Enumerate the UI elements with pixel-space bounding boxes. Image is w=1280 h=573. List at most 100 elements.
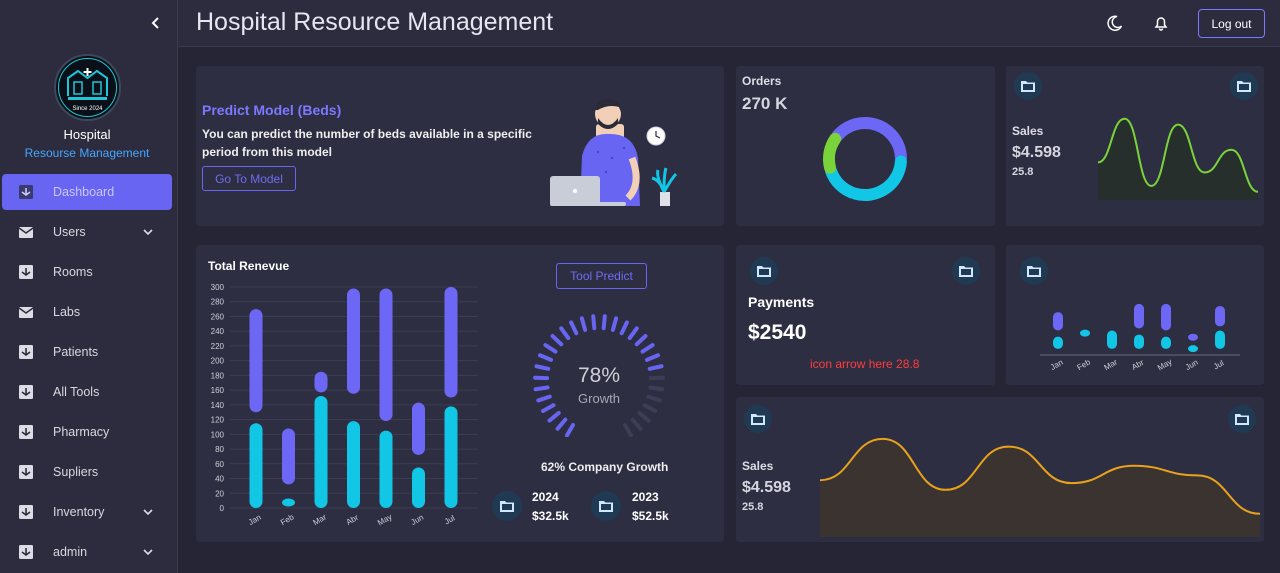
gauge-tick [547, 410, 561, 423]
predict-model-card: Predict Model (Beds) You can predict the… [196, 66, 724, 226]
bar [379, 288, 393, 422]
folder-badge [1230, 72, 1258, 100]
folder-badge [744, 405, 772, 433]
folder-badge [1014, 72, 1042, 100]
y-tick-label: 300 [211, 283, 225, 292]
orders-donut-chart [823, 117, 907, 201]
go-to-model-button[interactable]: Go To Model [202, 166, 296, 191]
predict-description: You can predict the number of beds avail… [202, 127, 532, 159]
x-tick-label: Feb [279, 512, 296, 527]
sidebar-item-users[interactable]: Users [2, 214, 172, 250]
bar [347, 288, 360, 394]
y-tick-label: 140 [211, 401, 225, 410]
x-tick-label: Jun [1184, 358, 1200, 372]
sales-label: Sales [1012, 124, 1044, 138]
notification-bell-icon[interactable] [1152, 14, 1170, 32]
sidebar-item-pharmacy[interactable]: Pharmacy [2, 414, 172, 450]
sidebar-item-label: Rooms [53, 265, 93, 279]
x-tick-label: Mar [1103, 357, 1120, 372]
monthly-bars-card: Jan Feb Mar Abr May Jun Jul [1006, 245, 1264, 385]
y-tick-label: 120 [211, 416, 225, 425]
bar [282, 428, 295, 485]
collapse-sidebar-icon[interactable] [148, 14, 164, 32]
bar [412, 402, 425, 455]
inbox-icon [19, 185, 33, 199]
sidebar-item-label: All Tools [53, 385, 100, 399]
bar [1053, 312, 1063, 331]
sidebar-item-patients[interactable]: Patients [2, 334, 172, 370]
gauge-label: Growth [578, 391, 620, 406]
gauge-tick [630, 417, 643, 431]
gauge-tick [623, 423, 633, 437]
gauge-tick [646, 394, 662, 403]
sidebar-item-dashboard[interactable]: Dashboard [2, 174, 172, 210]
gauge-tick [579, 316, 588, 332]
y-tick-label: 100 [211, 430, 225, 439]
sales-value: $4.598 [1012, 144, 1061, 161]
y-tick-label: 160 [211, 386, 225, 395]
sidebar-item-label: Pharmacy [53, 425, 110, 439]
folder-badge [1020, 257, 1048, 285]
gauge-tick [640, 343, 655, 354]
chevron-down-icon [143, 549, 153, 556]
sidebar-item-inventory[interactable]: Inventory [2, 494, 172, 530]
sidebar-item-label: Patients [53, 345, 99, 359]
sales-value: $4.598 [742, 479, 791, 496]
sales-sub-value: 25.8 [1012, 166, 1034, 178]
sales-bottom-card: Sales $4.598 25.8 [736, 397, 1264, 542]
bar [1161, 303, 1171, 331]
gauge-tick [550, 333, 564, 347]
sidebar-item-label: Users [53, 225, 86, 239]
sidebar-item-labs[interactable]: Labs [2, 294, 172, 330]
gauge-tick [533, 385, 550, 392]
tool-predict-button[interactable]: Tool Predict [556, 263, 647, 289]
inbox-icon [19, 265, 33, 279]
bar [1188, 345, 1198, 353]
folder-icon [500, 501, 514, 512]
bar [444, 287, 458, 398]
bar [1053, 336, 1063, 349]
bar [249, 423, 263, 508]
sidebar-item-supliers[interactable]: Supliers [2, 454, 172, 490]
folder-icon [599, 501, 613, 512]
gauge-tick [637, 410, 651, 423]
y-tick-label: 240 [211, 327, 225, 336]
gauge-tick [569, 320, 579, 336]
sidebar-item-admin[interactable]: admin [2, 534, 172, 570]
gauge-tick [619, 320, 629, 336]
folder-icon [1237, 81, 1251, 92]
dark-mode-moon-icon[interactable] [1106, 14, 1124, 32]
sidebar-nav: Dashboard Users Rooms Labs Patients All … [0, 174, 178, 573]
bar [444, 406, 458, 508]
donut-slice [831, 117, 907, 164]
inbox-icon [19, 545, 33, 559]
x-tick-label: May [376, 512, 394, 527]
sidebar-item-rooms[interactable]: Rooms [2, 254, 172, 290]
x-tick-label: Abr [1130, 358, 1146, 372]
sidebar-item-label: Supliers [53, 465, 99, 479]
sales-wave-fill [820, 438, 1260, 537]
gauge-tick [644, 353, 661, 362]
sales-area-chart [1098, 117, 1258, 200]
gauge-tick [565, 423, 575, 437]
sidebar-item-all-tools[interactable]: All Tools [2, 374, 172, 410]
gauge-tick [627, 326, 639, 341]
gauge-tick [648, 385, 665, 392]
y-tick-label: 280 [211, 298, 225, 307]
chevron-down-icon [143, 509, 153, 516]
bar [249, 309, 263, 413]
mail-icon [18, 227, 34, 238]
donut-slice [849, 155, 907, 201]
x-tick-label: Mar [312, 512, 329, 527]
orders-value: 270 K [742, 94, 788, 113]
sales-area-fill [1098, 118, 1258, 200]
logout-button[interactable]: Log out [1198, 9, 1265, 38]
bar [282, 498, 295, 507]
folder-badge [492, 491, 522, 521]
bar [1107, 330, 1117, 349]
logo-text: Since 2024 [72, 106, 103, 112]
gauge-tick [541, 403, 556, 413]
x-tick-label: Feb [1076, 357, 1093, 372]
year-label: 2023 [632, 490, 659, 504]
bar [379, 430, 393, 508]
